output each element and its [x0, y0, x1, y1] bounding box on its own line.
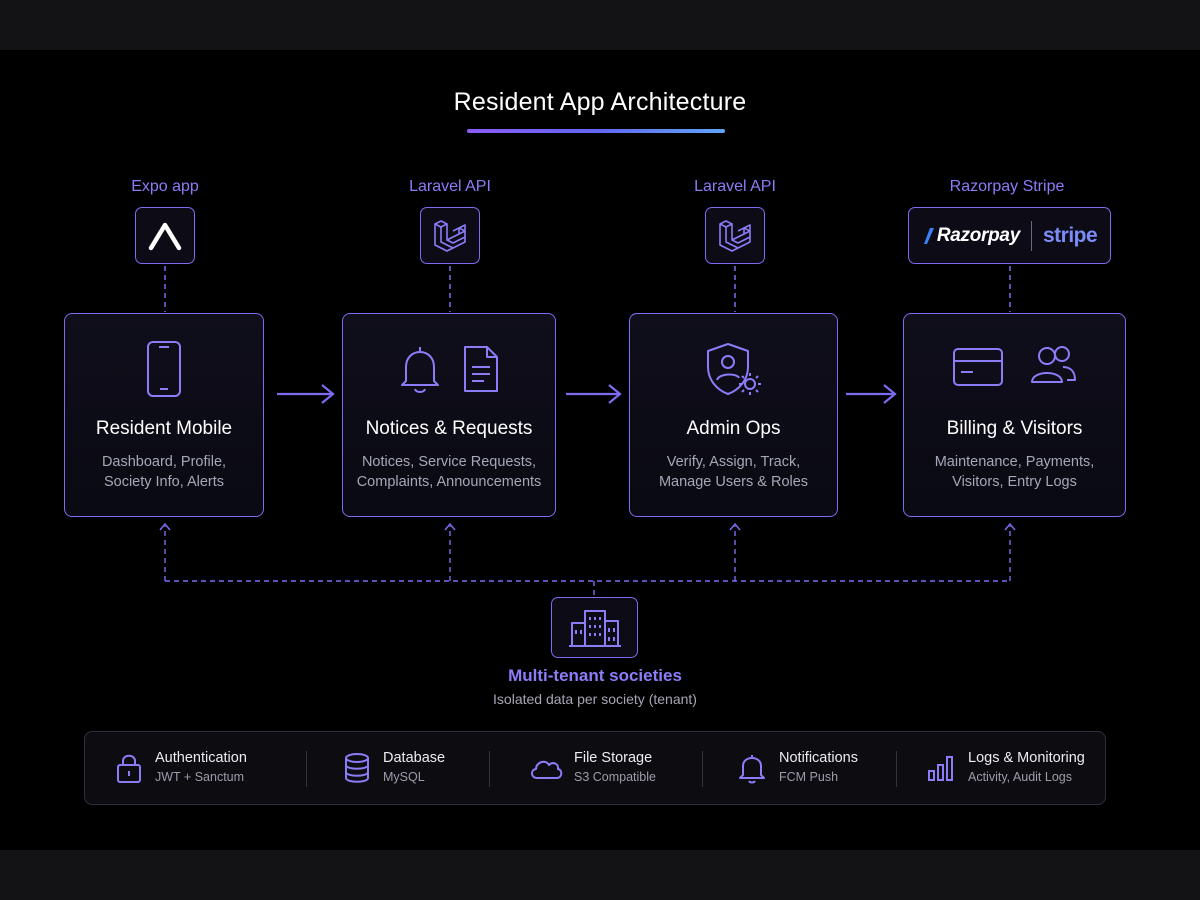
service-file-storage: File Storage S3 Compatible — [528, 732, 656, 804]
payments-logo-box: Razorpay stripe — [908, 207, 1111, 264]
tech-label-payments: Razorpay Stripe — [949, 178, 1065, 195]
card-title: Admin Ops — [686, 418, 781, 439]
laravel-logo-box-1 — [420, 207, 480, 264]
razorpay-wordmark: Razorpay — [936, 224, 1020, 246]
bar-chart-icon — [928, 756, 953, 781]
card-admin-ops: Admin Ops Verify, Assign, Track, Manage … — [629, 313, 838, 517]
tenant-box — [551, 597, 638, 658]
users-icon — [1030, 346, 1076, 383]
service-divider — [489, 751, 490, 787]
card-description: Verify, Assign, Track, Manage Users & Ro… — [658, 454, 809, 490]
service-title: Authentication — [155, 750, 247, 766]
service-subtitle: FCM Push — [779, 770, 839, 784]
service-notifications: Notifications FCM Push — [737, 732, 858, 804]
laravel-logo-icon — [434, 219, 466, 252]
services-bar: Authentication JWT + Sanctum Database My… — [84, 731, 1106, 805]
flow-arrow-3 — [846, 384, 897, 404]
database-icon — [345, 753, 369, 783]
tenant-title: Multi-tenant societies — [508, 666, 682, 685]
page-title: Resident App Architecture — [453, 88, 747, 116]
expo-logo-icon — [148, 222, 182, 250]
card-title: Billing & Visitors — [946, 418, 1083, 439]
service-title: File Storage — [574, 750, 653, 766]
card-resident-mobile: Resident Mobile Dashboard, Profile, Soci… — [64, 313, 264, 517]
service-divider — [702, 751, 703, 787]
service-subtitle: MySQL — [383, 770, 425, 784]
card-notices-requests: Notices & Requests Notices, Service Requ… — [342, 313, 556, 517]
logo-divider — [1030, 220, 1032, 251]
tech-label-laravel-2: Laravel API — [694, 178, 776, 195]
service-title: Database — [383, 750, 446, 766]
razorpay-logo-icon — [923, 227, 934, 244]
stripe-wordmark: stripe — [1042, 223, 1098, 247]
smartphone-icon — [147, 341, 181, 397]
card-billing-visitors: Billing & Visitors Maintenance, Payments… — [903, 313, 1126, 517]
service-subtitle: S3 Compatible — [574, 770, 656, 784]
tenant-subtitle: Isolated data per society (tenant) — [493, 691, 697, 707]
lock-icon — [117, 754, 141, 783]
buildings-icon — [568, 609, 621, 647]
flow-arrow-1 — [277, 384, 335, 404]
title-underline — [467, 129, 725, 133]
service-subtitle: JWT + Sanctum — [155, 770, 245, 784]
laravel-logo-box-2 — [705, 207, 765, 264]
tenant-connector — [164, 526, 1011, 597]
tenant-arrowheads — [159, 522, 1016, 531]
tech-label-expo: Expo app — [131, 178, 199, 195]
bell-icon — [739, 755, 765, 784]
flow-arrow-2 — [566, 384, 622, 404]
service-subtitle: Activity, Audit Logs — [968, 770, 1072, 784]
expo-logo-box — [135, 207, 195, 264]
cloud-icon — [531, 760, 563, 779]
tech-label-laravel-1: Laravel API — [409, 178, 491, 195]
document-icon — [464, 346, 498, 392]
service-authentication: Authentication JWT + Sanctum — [115, 732, 247, 804]
service-database: Database MySQL — [343, 732, 445, 804]
card-title: Notices & Requests — [365, 418, 533, 439]
service-title: Logs & Monitoring — [968, 750, 1085, 766]
service-logs-monitoring: Logs & Monitoring Activity, Audit Logs — [926, 732, 1085, 804]
service-divider — [306, 751, 307, 787]
diagram-canvas: Resident App Architecture Expo app Larav… — [0, 50, 1200, 850]
card-title: Resident Mobile — [95, 418, 233, 439]
service-divider — [896, 751, 897, 787]
service-title: Notifications — [779, 750, 858, 766]
card-description: Dashboard, Profile, Society Info, Alerts — [101, 454, 227, 490]
laravel-logo-icon — [719, 219, 751, 252]
user-shield-gear-icon — [706, 343, 761, 395]
card-description: Maintenance, Payments, Visitors, Entry L… — [934, 454, 1095, 490]
card-description: Notices, Service Requests, Complaints, A… — [356, 454, 542, 490]
bell-icon — [401, 347, 439, 393]
credit-card-icon — [952, 348, 1003, 386]
